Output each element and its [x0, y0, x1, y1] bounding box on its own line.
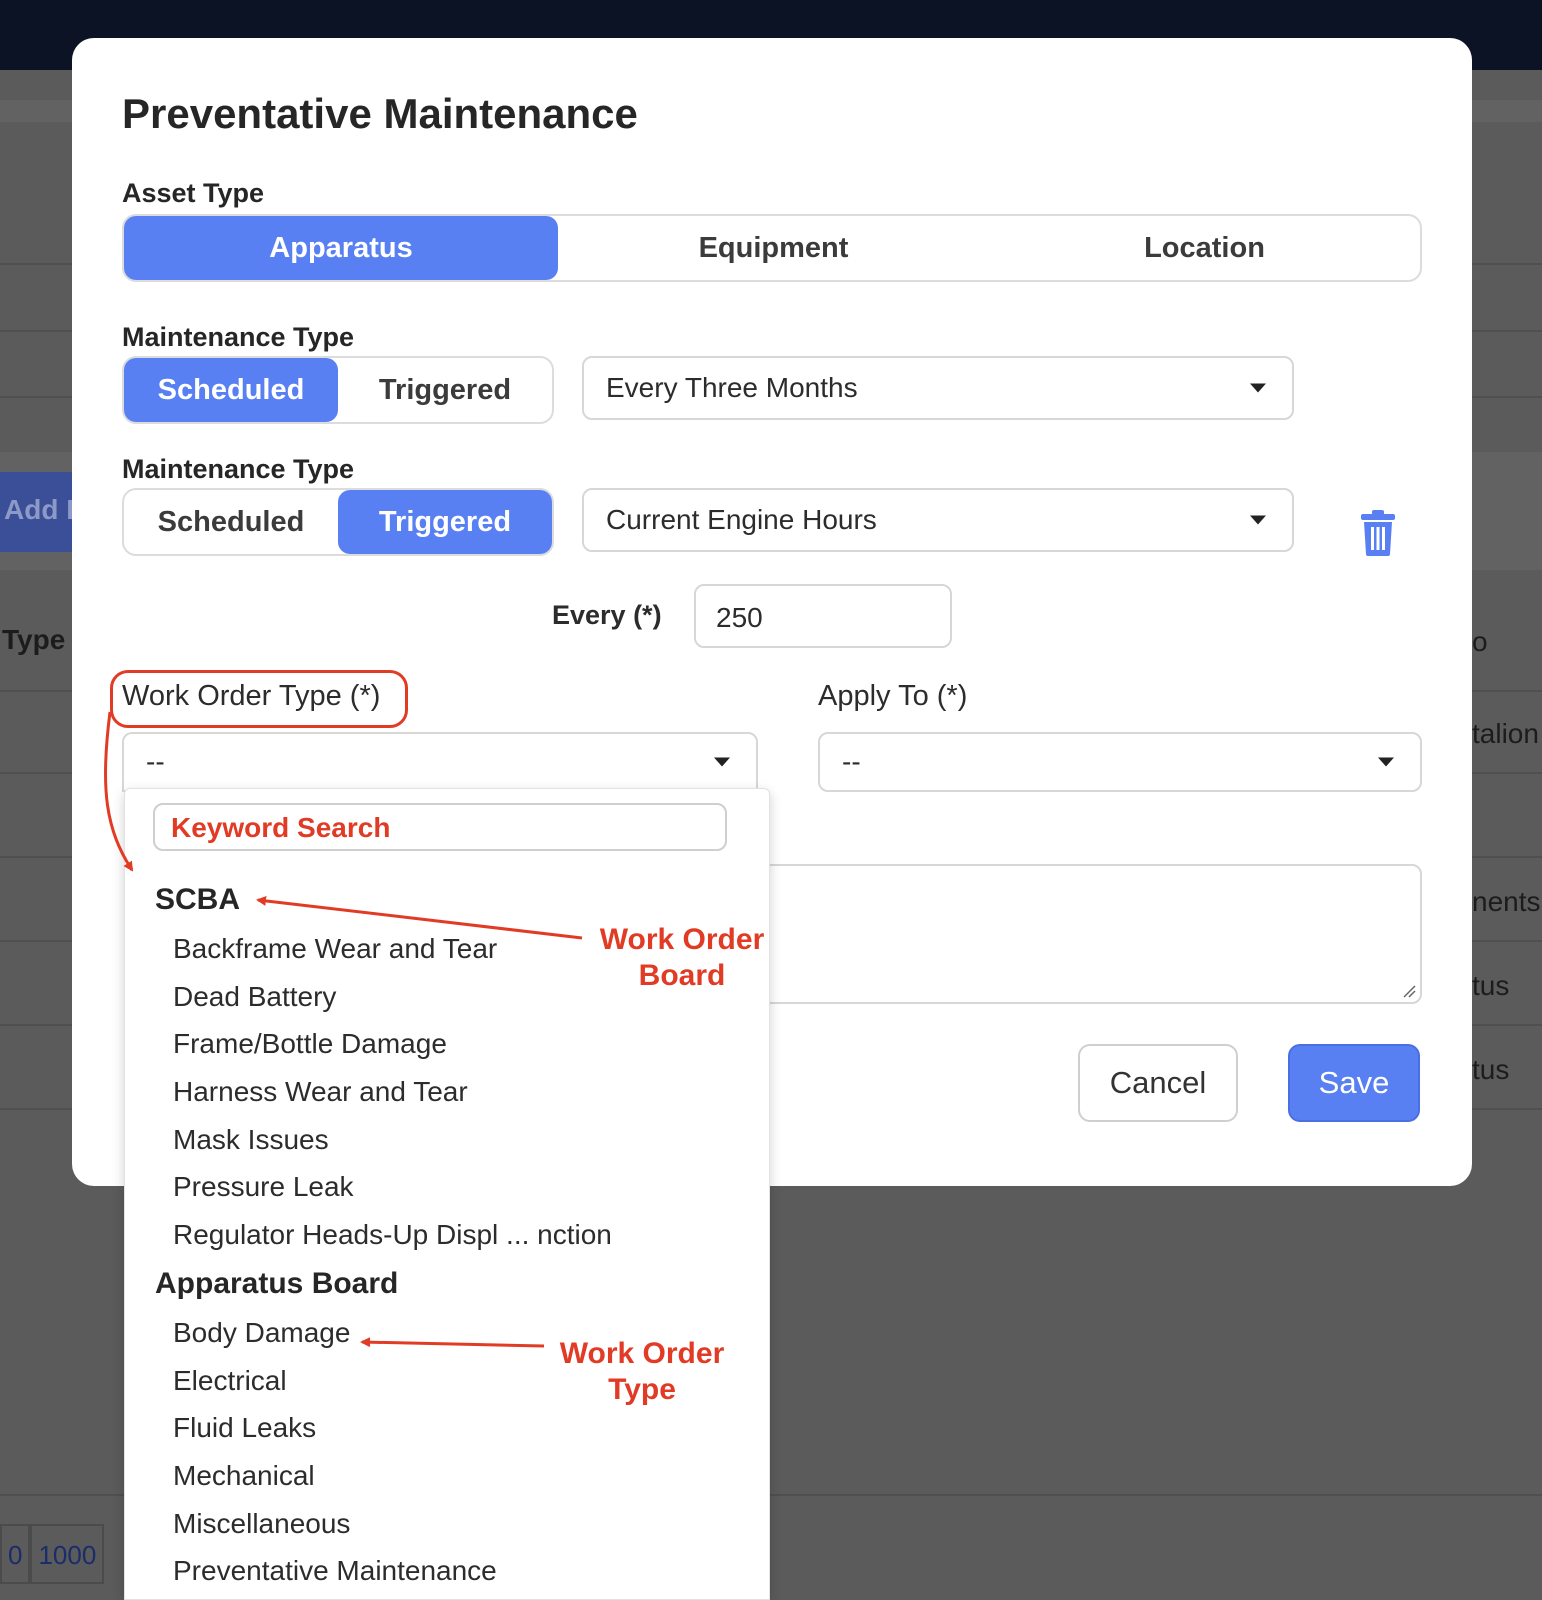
- maintenance-type-segmented-control: Scheduled Triggered: [122, 356, 554, 424]
- maintenance-type-label: Maintenance Type: [122, 454, 355, 484]
- every-value: 250: [716, 602, 763, 633]
- apply-to-label: Apply To (*): [818, 680, 968, 712]
- dropdown-option[interactable]: Mask Issues: [173, 1124, 329, 1156]
- trigger-metric-select[interactable]: Current Engine Hours: [582, 488, 1294, 552]
- dropdown-option[interactable]: Fluid Leaks: [173, 1412, 316, 1444]
- work-order-type-select[interactable]: --: [122, 732, 758, 792]
- caret-down-icon: [714, 757, 730, 767]
- dropdown-option[interactable]: Regulator Heads-Up Displ ... nction: [173, 1219, 612, 1251]
- keyword-search-input[interactable]: Keyword Search: [153, 803, 727, 851]
- caret-down-icon: [1250, 515, 1266, 525]
- bg-clip-text: nents: [1472, 886, 1541, 917]
- trash-icon[interactable]: [1360, 510, 1396, 556]
- bg-add-button-label: Add I: [4, 494, 74, 525]
- work-order-type-dropdown: Keyword Search SCBA Backframe Wear and T…: [124, 788, 770, 1600]
- bg-clip-text: talion: [1472, 718, 1539, 749]
- work-order-type-value: --: [146, 746, 165, 777]
- maintenance-type-segmented-control: Scheduled Triggered: [122, 488, 554, 556]
- maintenance-scheduled-button[interactable]: Scheduled: [124, 490, 338, 554]
- bg-column-type: Type: [2, 624, 66, 655]
- asset-type-apparatus[interactable]: Apparatus: [124, 216, 558, 280]
- dropdown-option[interactable]: Frame/Bottle Damage: [173, 1028, 447, 1060]
- annotation-line: Board: [638, 959, 726, 992]
- notes-textarea[interactable]: [750, 864, 1422, 1004]
- asset-type-location[interactable]: Location: [989, 216, 1420, 280]
- dropdown-option[interactable]: Miscellaneous: [173, 1508, 350, 1540]
- every-input[interactable]: 250: [694, 584, 952, 648]
- dropdown-option[interactable]: Mechanical: [173, 1460, 315, 1492]
- dropdown-option[interactable]: Dead Battery: [173, 981, 336, 1013]
- resize-grip-icon[interactable]: [1402, 984, 1416, 998]
- asset-type-segmented-control: Apparatus Equipment Location: [122, 214, 1422, 282]
- annotation-work-order-type: Work Order Type: [552, 1336, 732, 1408]
- dropdown-option[interactable]: Electrical: [173, 1365, 287, 1397]
- cancel-button[interactable]: Cancel: [1078, 1044, 1238, 1122]
- bg-clip-text: o: [1472, 626, 1488, 657]
- bg-clip-text: tus: [1472, 1054, 1510, 1085]
- annotation-work-order-board: Work Order Board: [592, 922, 772, 994]
- trigger-metric-value: Current Engine Hours: [606, 504, 877, 535]
- schedule-frequency-value: Every Three Months: [606, 372, 858, 403]
- bg-pager-item: 1000: [30, 1524, 105, 1584]
- bg-pager-item: 0: [0, 1524, 31, 1584]
- modal-title: Preventative Maintenance: [122, 90, 638, 137]
- asset-type-label: Asset Type: [122, 178, 265, 208]
- apply-to-select[interactable]: --: [818, 732, 1422, 792]
- dropdown-option[interactable]: Preventative Maintenance: [173, 1555, 497, 1587]
- annotation-line: Work Order: [559, 1337, 725, 1370]
- group-header-apparatus-board: Apparatus Board: [155, 1267, 399, 1300]
- maintenance-triggered-button[interactable]: Triggered: [338, 358, 552, 422]
- save-button[interactable]: Save: [1288, 1044, 1420, 1122]
- every-label: Every (*): [552, 600, 662, 630]
- maintenance-triggered-button[interactable]: Triggered: [338, 490, 552, 554]
- caret-down-icon: [1250, 383, 1266, 393]
- annotation-highlight-box: [110, 670, 408, 728]
- dropdown-option[interactable]: Backframe Wear and Tear: [173, 933, 497, 965]
- dropdown-option[interactable]: Pressure Leak: [173, 1171, 354, 1203]
- annotation-line: Type: [608, 1373, 676, 1406]
- schedule-frequency-select[interactable]: Every Three Months: [582, 356, 1294, 420]
- bg-clip-text: tus: [1472, 970, 1510, 1001]
- annotation-line: Work Order: [599, 923, 765, 956]
- maintenance-type-label: Maintenance Type: [122, 322, 355, 352]
- dropdown-option[interactable]: Body Damage: [173, 1317, 350, 1349]
- maintenance-scheduled-button[interactable]: Scheduled: [124, 358, 338, 422]
- apply-to-value: --: [842, 746, 861, 777]
- keyword-search-placeholder: Keyword Search: [171, 812, 391, 843]
- bg-pagination: 0 1000: [0, 1524, 105, 1584]
- asset-type-equipment[interactable]: Equipment: [558, 216, 989, 280]
- dropdown-option[interactable]: Harness Wear and Tear: [173, 1076, 468, 1108]
- group-header-scba: SCBA: [155, 883, 241, 916]
- caret-down-icon: [1378, 757, 1394, 767]
